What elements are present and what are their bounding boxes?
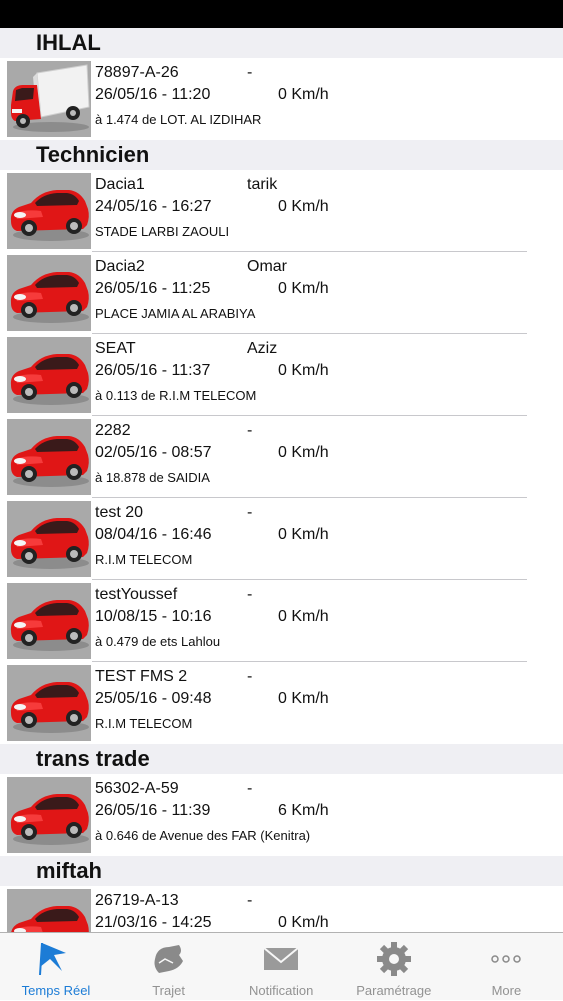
vehicle-speed: 0 Km/h [278, 198, 329, 215]
tab-more[interactable]: More [450, 933, 562, 1001]
vehicle-location: PLACE JAMIA AL ARABIYA [95, 306, 256, 321]
vehicle-row[interactable]: 2282 - 02/05/16 - 08:57 0 Km/h à 18.878 de S… [0, 416, 563, 498]
tab-label: More [491, 983, 522, 998]
last-update-time: 26/05/16 - 11:25 [95, 280, 211, 297]
vehicle-name: 26719-A-13 [95, 892, 179, 909]
vehicle-name: 56302-A-59 [95, 780, 179, 797]
section-header: Technicien [0, 140, 563, 170]
gear-icon [374, 941, 414, 977]
vehicle-name: testYoussef [95, 586, 178, 603]
last-update-time: 25/05/16 - 09:48 [95, 690, 212, 707]
vehicle-row[interactable]: 78897-A-26 - 26/05/16 - 11:20 0 Km/h à 1.474… [0, 58, 563, 140]
car-icon [7, 173, 91, 249]
last-update-time: 26/05/16 - 11:20 [95, 86, 211, 103]
vehicle-row[interactable]: testYoussef - 10/08/15 - 10:16 0 Km/h à 0.47… [0, 580, 563, 662]
vehicle-row[interactable]: 26719-A-13 - 21/03/16 - 14:25 0 Km/h [0, 886, 563, 932]
more-icon [486, 941, 526, 977]
last-update-time: 08/04/16 - 16:46 [95, 526, 212, 543]
vehicle-location: R.I.M TELECOM [95, 552, 193, 567]
section-header: miftah [0, 856, 563, 886]
driver-name: - [247, 422, 253, 439]
vehicle-speed: 0 Km/h [278, 690, 329, 707]
envelope-icon [261, 941, 301, 977]
car-icon [7, 583, 91, 659]
driver-name: Aziz [247, 340, 278, 357]
vehicle-location: à 1.474 de LOT. AL IZDIHAR [95, 112, 262, 127]
car-icon [7, 665, 91, 741]
vehicle-speed: 0 Km/h [278, 526, 329, 543]
driver-name: - [247, 780, 253, 797]
vehicle-name: SEAT [95, 340, 136, 357]
section-header: trans trade [0, 744, 563, 774]
section-header: IHLAL [0, 28, 563, 58]
map-icon [149, 941, 189, 977]
tab-param-trage[interactable]: Paramétrage [338, 933, 450, 1001]
tab-trajet[interactable]: Trajet [113, 933, 225, 1001]
tab-temps-r-el[interactable]: Temps Réel [0, 933, 112, 1001]
tab-label: Notification [249, 983, 314, 998]
vehicle-speed: 0 Km/h [278, 608, 329, 625]
vehicle-speed: 0 Km/h [278, 444, 329, 461]
car-icon [7, 889, 91, 932]
vehicle-location: à 18.878 de SAIDIA [95, 470, 210, 485]
vehicle-row[interactable]: TEST FMS 2 - 25/05/16 - 09:48 0 Km/h R.I.M T… [0, 662, 563, 744]
truck-icon [7, 61, 91, 137]
last-update-time: 02/05/16 - 08:57 [95, 444, 212, 461]
tab-label: Temps Réel [21, 983, 91, 998]
vehicle-list[interactable]: IHLAL 78897-A-26 - 26/05/16 - 11:20 0 Km/h à… [0, 28, 563, 932]
vehicle-row[interactable]: test 20 - 08/04/16 - 16:46 0 Km/h R.I.M TELE… [0, 498, 563, 580]
vehicle-row[interactable]: Dacia1 tarik 24/05/16 - 16:27 0 Km/h STADE L… [0, 170, 563, 252]
vehicle-location: à 0.479 de ets Lahlou [95, 634, 221, 649]
vehicle-name: TEST FMS 2 [95, 668, 188, 685]
vehicle-name: 2282 [95, 422, 131, 439]
driver-name: - [247, 892, 253, 909]
vehicle-speed: 0 Km/h [278, 914, 329, 931]
tab-label: Paramétrage [356, 983, 432, 998]
tab-bar: Temps Réel Trajet Notification Paramétrage M… [0, 932, 563, 1000]
car-icon [7, 777, 91, 853]
car-icon [7, 501, 91, 577]
vehicle-name: test 20 [95, 504, 144, 521]
vehicle-row[interactable]: 56302-A-59 - 26/05/16 - 11:39 6 Km/h à 0.646… [0, 774, 563, 856]
flag-icon [36, 941, 76, 977]
vehicle-speed: 0 Km/h [278, 86, 329, 103]
last-update-time: 26/05/16 - 11:37 [95, 362, 211, 379]
vehicle-location: STADE LARBI ZAOULI [95, 224, 230, 239]
vehicle-speed: 0 Km/h [278, 280, 329, 297]
driver-name: - [247, 504, 253, 521]
vehicle-location: R.I.M TELECOM [95, 716, 193, 731]
car-icon [7, 419, 91, 495]
vehicle-name: 78897-A-26 [95, 64, 179, 81]
vehicle-name: Dacia2 [95, 258, 145, 275]
tab-label: Trajet [152, 983, 185, 998]
driver-name: tarik [247, 176, 278, 193]
vehicle-name: Dacia1 [95, 176, 145, 193]
vehicle-location: à 0.113 de R.I.M TELECOM [95, 388, 257, 403]
driver-name: - [247, 64, 253, 81]
vehicle-speed: 0 Km/h [278, 362, 329, 379]
last-update-time: 10/08/15 - 10:16 [95, 608, 212, 625]
driver-name: - [247, 586, 253, 603]
driver-name: Omar [247, 258, 287, 275]
tab-notification[interactable]: Notification [225, 933, 337, 1001]
last-update-time: 26/05/16 - 11:39 [95, 802, 211, 819]
vehicle-row[interactable]: SEAT Aziz 26/05/16 - 11:37 0 Km/h à 0.113 de… [0, 334, 563, 416]
status-bar [0, 0, 563, 28]
vehicle-location: à 0.646 de Avenue des FAR (Kenitra) [95, 828, 311, 843]
driver-name: - [247, 668, 253, 685]
car-icon [7, 255, 91, 331]
vehicle-speed: 6 Km/h [278, 802, 329, 819]
vehicle-row[interactable]: Dacia2 Omar 26/05/16 - 11:25 0 Km/h PLACE JA… [0, 252, 563, 334]
last-update-time: 24/05/16 - 16:27 [95, 198, 212, 215]
car-icon [7, 337, 91, 413]
last-update-time: 21/03/16 - 14:25 [95, 914, 212, 931]
